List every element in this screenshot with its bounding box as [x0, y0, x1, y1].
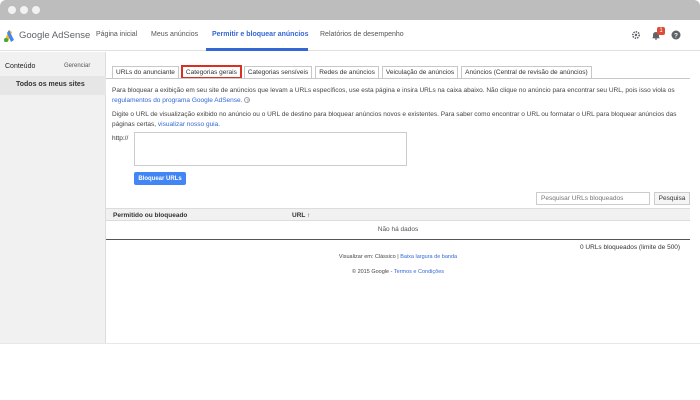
- sidebar-manage-link[interactable]: Gerenciar: [64, 63, 90, 69]
- low-bandwidth-link[interactable]: Baixa largura de banda: [400, 254, 457, 260]
- tab-ad-networks[interactable]: Redes de anúncios: [315, 66, 379, 78]
- search-blocked-urls-input[interactable]: [536, 192, 650, 205]
- tab-advertiser-urls[interactable]: URLs do anunciante: [112, 66, 179, 78]
- help-icon[interactable]: ?: [671, 30, 681, 40]
- nav-performance-reports[interactable]: Relatórios de desempenho: [320, 31, 404, 38]
- nav-home[interactable]: Página inicial: [96, 31, 137, 38]
- brand-name: Google AdSense: [19, 29, 91, 41]
- help-question-icon[interactable]: ?: [244, 96, 251, 103]
- window-maximize-dot[interactable]: [32, 6, 40, 14]
- blocked-url-count: 0 URLs bloqueados (limite de 500): [580, 244, 681, 251]
- table-empty-row: Não há dados: [106, 221, 690, 240]
- column-header-url[interactable]: URL ↑: [292, 212, 310, 219]
- intro-paragraph: Para bloquear a exibição em seu site de …: [112, 86, 697, 105]
- tab-bar: URLs do anunciante Categorias gerais Cat…: [112, 65, 595, 79]
- column-header-status[interactable]: Permitido ou bloqueado: [113, 212, 187, 219]
- copyright-footer: © 2015 Google - Termos e Condições: [106, 269, 690, 275]
- copyright-text: © 2015 Google -: [351, 269, 393, 275]
- tab-ad-review-center[interactable]: Anúncios (Central de revisão de anúncios…: [461, 66, 592, 78]
- tab-divider: [106, 78, 690, 79]
- footer-separator: |: [397, 254, 399, 260]
- view-mode-footer: Visualizar em: Clássico | Baixa largura …: [106, 254, 690, 260]
- view-mode-current: Clássico: [374, 254, 396, 260]
- view-mode-prefix: Visualizar em:: [338, 254, 374, 260]
- tab-ad-serving[interactable]: Veiculação de anúncios: [381, 66, 459, 78]
- browser-window: Google AdSense Página inicial Meus anúnc…: [0, 0, 700, 400]
- table-header: Permitido ou bloqueado URL ↑: [106, 208, 690, 221]
- sidebar-item-label[interactable]: Todos os meus sites: [16, 81, 85, 88]
- app-header: Google AdSense Página inicial Meus anúnc…: [0, 20, 700, 51]
- program-policies-link[interactable]: regulamentos do programa Google AdSense.: [112, 97, 242, 104]
- window-close-dot[interactable]: [8, 6, 16, 14]
- tab-sensitive-categories[interactable]: Categorias sensíveis: [243, 66, 313, 78]
- nav-allow-block-ads[interactable]: Permitir e bloquear anúncios: [212, 31, 308, 38]
- adsense-logo-icon: [4, 29, 14, 42]
- notification-badge: 1: [657, 27, 665, 35]
- tab-general-categories[interactable]: Categorias gerais: [180, 65, 242, 79]
- terms-link[interactable]: Termos e Condições: [394, 269, 444, 275]
- content-bottom-divider: [0, 343, 700, 344]
- sidebar-title: Conteúdo: [5, 63, 36, 70]
- block-urls-button[interactable]: Bloquear URLs: [134, 172, 186, 185]
- active-nav-indicator: [206, 48, 308, 51]
- search-button[interactable]: Pesquisa: [654, 192, 690, 205]
- nav-my-ads[interactable]: Meus anúncios: [151, 31, 198, 38]
- sidebar: Conteúdo Gerenciar Todos os meus sites: [0, 52, 106, 344]
- window-minimize-dot[interactable]: [20, 6, 28, 14]
- urls-textarea[interactable]: [134, 132, 407, 166]
- adsense-logo[interactable]: Google AdSense: [4, 28, 90, 42]
- svg-text:?: ?: [674, 32, 678, 39]
- window-titlebar: [0, 0, 700, 20]
- guide-link[interactable]: visualizar nosso guia.: [158, 121, 220, 128]
- url-prefix-label: http://: [112, 135, 129, 142]
- gear-icon[interactable]: [631, 30, 641, 40]
- intro-text: Para bloquear a exibição em seu site de …: [112, 87, 675, 94]
- instructions-paragraph: Digite o URL de visualização exibido no …: [112, 110, 697, 129]
